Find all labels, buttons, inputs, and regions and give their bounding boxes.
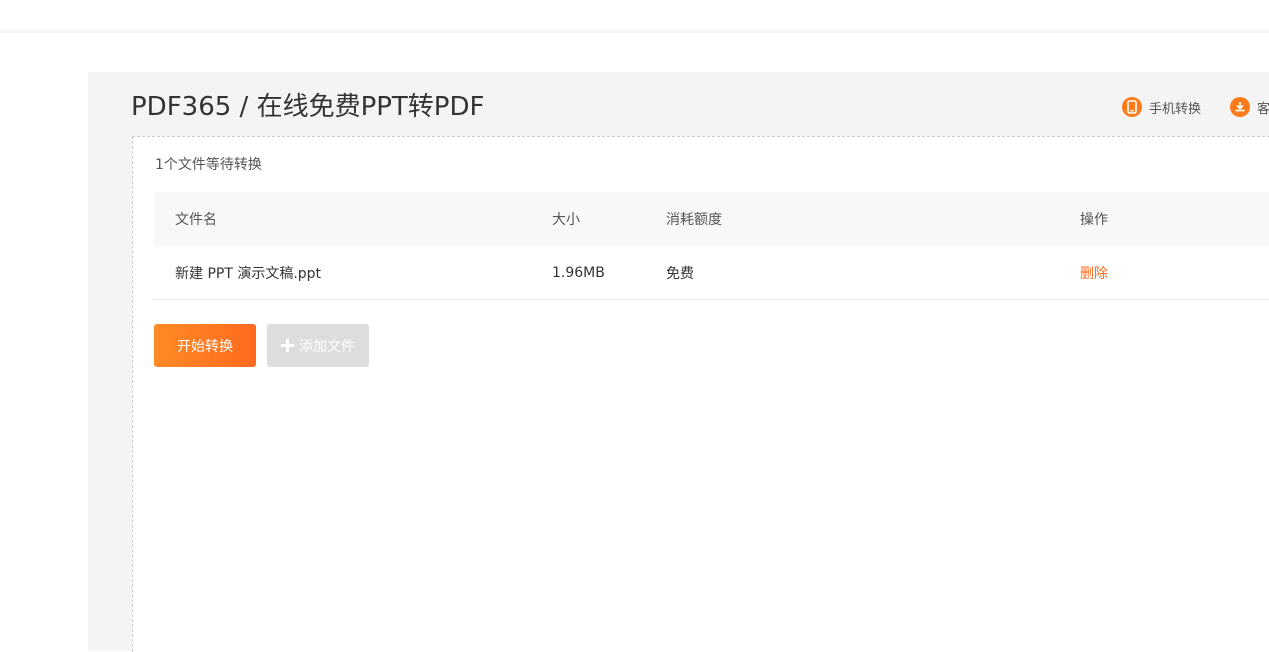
file-queue-status: 1个文件等待转换: [155, 157, 262, 173]
phone-icon: [1122, 97, 1142, 117]
client-download-label: 客: [1257, 101, 1269, 117]
converter-panel: PDF365 / 在线免费PPT转PDF 手机转换 客 1个文件等待转换 文件名…: [88, 72, 1269, 652]
top-navigation-bar: [0, 0, 1269, 33]
plus-icon: [281, 339, 294, 352]
column-header-size: 大小: [552, 212, 580, 228]
file-size: 1.96MB: [552, 264, 605, 281]
file-cost: 免费: [666, 265, 694, 282]
delete-file-link[interactable]: 删除: [1080, 246, 1108, 299]
table-header-row: 文件名 大小 消耗额度 操作: [154, 192, 1269, 246]
column-header-cost: 消耗额度: [666, 212, 722, 228]
mobile-convert-link[interactable]: 手机转换: [1122, 96, 1201, 118]
upload-area: 1个文件等待转换 文件名 大小 消耗额度 操作 新建 PPT 演示文稿.ppt …: [132, 136, 1269, 652]
file-name: 新建 PPT 演示文稿.ppt: [175, 265, 322, 282]
file-table: 文件名 大小 消耗额度 操作 新建 PPT 演示文稿.ppt 1.96MB 免费…: [154, 192, 1269, 300]
column-header-filename: 文件名: [175, 212, 217, 228]
client-download-link[interactable]: 客: [1230, 96, 1269, 118]
download-icon: [1230, 97, 1250, 117]
start-convert-button[interactable]: 开始转换: [154, 324, 256, 367]
page-title: PDF365 / 在线免费PPT转PDF: [131, 92, 485, 122]
column-header-action: 操作: [1080, 212, 1108, 228]
add-file-label: 添加文件: [299, 338, 355, 355]
mobile-convert-label: 手机转换: [1149, 101, 1202, 117]
add-file-button[interactable]: 添加文件: [267, 324, 369, 367]
table-row: 新建 PPT 演示文稿.ppt 1.96MB 免费 删除: [154, 246, 1269, 300]
